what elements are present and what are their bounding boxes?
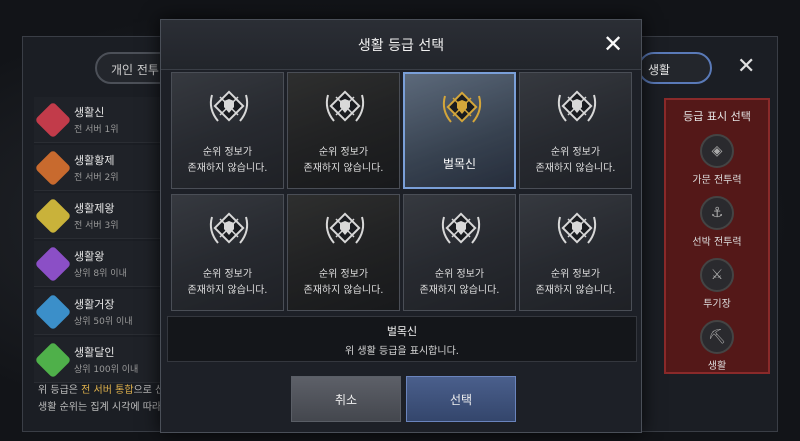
rank-item: 생활왕상위 8위 이내 [34, 241, 162, 287]
grade-card[interactable]: 순위 정보가존재하지 않습니다. [171, 194, 284, 311]
rank-sub: 상위 100위 이내 [74, 365, 139, 375]
rank-sub: 전 서버 2위 [74, 173, 119, 183]
shield-emblem-icon [557, 90, 597, 122]
rank-item: 생활신전 서버 1위 [34, 97, 162, 143]
grade-option-family-combat[interactable]: ◈ 가문 전투력 [666, 134, 768, 186]
panel-close-icon[interactable]: ✕ [737, 54, 755, 79]
rank-item: 생활황제전 서버 2위 [34, 145, 162, 191]
card-text-line: 벌목신 [442, 157, 477, 171]
shield-emblem-icon [557, 212, 597, 244]
shield-emblem-icon [325, 212, 365, 244]
rank-name: 생활신 [74, 106, 105, 119]
grade-card-selected[interactable]: 벌목신 [403, 72, 516, 189]
shield-emblem-icon [441, 212, 481, 244]
description-text: 위 생활 등급을 표시합니다. [345, 346, 459, 357]
grade-card[interactable]: 순위 정보가존재하지 않습니다. [519, 194, 632, 311]
rank-name: 생활황제 [74, 154, 115, 167]
card-text-line: 존재하지 않습니다. [303, 163, 384, 174]
card-text-line: 순위 정보가 [550, 147, 601, 158]
grade-display-title: 등급 표시 선택 [683, 110, 751, 123]
rank-list: 생활신전 서버 1위 생활황제전 서버 2위 생활제왕전 서버 3위 생활왕상위… [34, 97, 162, 385]
rank-badge-icon [34, 293, 72, 330]
card-text-line: 존재하지 않습니다. [303, 285, 384, 296]
card-text-line: 순위 정보가 [550, 269, 601, 280]
grade-option-arena[interactable]: ⚔ 투기장 [666, 258, 768, 310]
card-text: 순위 정보가존재하지 않습니다. [288, 267, 399, 299]
card-text-line: 존재하지 않습니다. [187, 163, 268, 174]
grade-card[interactable]: 순위 정보가존재하지 않습니다. [519, 72, 632, 189]
modal-title: 생활 등급 선택 [357, 38, 445, 54]
card-text-line: 존재하지 않습니다. [535, 163, 616, 174]
swords-icon: ⚔ [700, 258, 734, 292]
note-highlight: 전 서버 통합 [81, 385, 134, 396]
rank-badge-icon [34, 197, 72, 234]
game-screen: 개인 전투 생활 ✕ 생활신 전 서버 1위 생활황제 전 서버 2위 생활제왕 전 … [0, 0, 800, 441]
rank-item: 생활거장상위 50위 이내 [34, 289, 162, 335]
rank-item: 생활달인상위 100위 이내 [34, 337, 162, 383]
note-text: 위 등급은 [38, 385, 82, 396]
rank-name: 생활왕 [74, 250, 105, 263]
grade-card[interactable]: 순위 정보가존재하지 않습니다. [287, 194, 400, 311]
rank-sub: 전 서버 3위 [74, 221, 119, 231]
pickaxe-icon: ⛏ [700, 320, 734, 354]
description-name: 벌목신 [386, 325, 418, 338]
card-text: 순위 정보가존재하지 않습니다. [172, 145, 283, 177]
tab-life[interactable]: 생활 [638, 52, 712, 84]
card-text-line: 순위 정보가 [202, 147, 253, 158]
grade-option-label: 선박 전투력 [692, 237, 742, 248]
card-text-line: 순위 정보가 [202, 269, 253, 280]
shield-icon: ◈ [700, 134, 734, 168]
rank-badge-icon [34, 341, 72, 378]
card-text-line: 존재하지 않습니다. [187, 285, 268, 296]
grade-option-label: 생활 [707, 361, 727, 372]
close-icon[interactable]: ✕ [603, 30, 623, 58]
ship-icon: ⚓ [700, 196, 734, 230]
card-text: 순위 정보가존재하지 않습니다. [172, 267, 283, 299]
rank-badge-icon [34, 245, 72, 282]
life-grade-modal: 생활 등급 선택 ✕ 순위 정보가 존재하지 않습니다. 순위 정보가 존재하지 않습… [160, 19, 642, 433]
rank-badge-icon [34, 149, 72, 186]
rank-name: 생활거장 [74, 298, 115, 311]
shield-emblem-icon [209, 90, 249, 122]
grade-card[interactable]: 순위 정보가존재하지 않습니다. [287, 72, 400, 189]
grade-card[interactable]: 순위 정보가존재하지 않습니다. [171, 72, 284, 189]
rank-name: 생활제왕 [74, 202, 115, 215]
rank-item: 생활제왕전 서버 3위 [34, 193, 162, 239]
card-text: 순위 정보가존재하지 않습니다. [288, 145, 399, 177]
grade-display-panel: 등급 표시 선택 ◈ 가문 전투력 ⚓ 선박 전투력 ⚔ 투기장 ⛏ 생활 [664, 98, 770, 374]
rank-sub: 상위 50위 이내 [74, 317, 133, 327]
card-text-line: 순위 정보가 [434, 269, 485, 280]
gold-emblem-icon [442, 91, 482, 123]
card-text-line: 순위 정보가 [318, 269, 369, 280]
shield-emblem-icon [325, 90, 365, 122]
card-text: 순위 정보가존재하지 않습니다. [520, 145, 631, 177]
rank-name: 생활달인 [74, 346, 115, 359]
card-text-line: 존재하지 않습니다. [419, 285, 500, 296]
rank-badge-icon [34, 101, 72, 138]
grade-option-life[interactable]: ⛏ 생활 [666, 320, 768, 372]
card-text: 순위 정보가존재하지 않습니다. [520, 267, 631, 299]
grade-description: 벌목신 위 생활 등급을 표시합니다. [167, 316, 637, 362]
grade-option-ship-combat[interactable]: ⚓ 선박 전투력 [666, 196, 768, 248]
rank-sub: 상위 8위 이내 [74, 269, 127, 279]
card-text-line: 순위 정보가 [318, 147, 369, 158]
rank-sub: 전 서버 1위 [74, 125, 119, 135]
card-text: 벌목신 [405, 156, 514, 172]
select-button[interactable]: 선택 [406, 376, 516, 422]
grade-option-label: 투기장 [703, 299, 731, 310]
grade-option-label: 가문 전투력 [692, 175, 742, 186]
card-text: 순위 정보가존재하지 않습니다. [404, 267, 515, 299]
card-text-line: 존재하지 않습니다. [535, 285, 616, 296]
cancel-button[interactable]: 취소 [291, 376, 401, 422]
grade-card[interactable]: 순위 정보가존재하지 않습니다. [403, 194, 516, 311]
shield-emblem-icon [209, 212, 249, 244]
